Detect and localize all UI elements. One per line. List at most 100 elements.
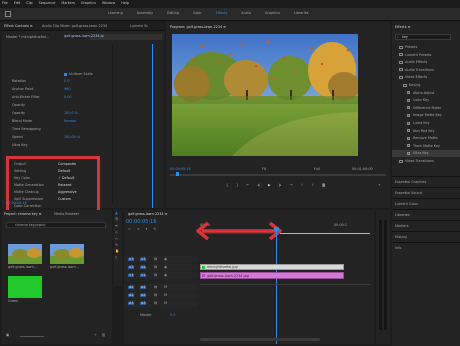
effects-tree-item[interactable]: Ultra Key: [392, 150, 460, 158]
panel-section-info[interactable]: Info: [392, 242, 460, 252]
effects-title[interactable]: Effects ≡: [395, 25, 410, 29]
panel-section-history[interactable]: History: [392, 231, 460, 241]
go-to-in-icon[interactable]: ⇤: [246, 183, 249, 187]
tab-audio-clip-mixer[interactable]: Audio Clip Mixer: golf-grass-lawn-2234: [42, 24, 107, 28]
eye-icon[interactable]: ◉: [164, 257, 167, 261]
effects-tree-item[interactable]: Remove Matte: [392, 135, 460, 142]
panel-section-markers[interactable]: Markers: [392, 220, 460, 230]
key-setting-row[interactable]: Setting Default: [10, 169, 98, 175]
effects-tree-item[interactable]: Non Red Key: [392, 128, 460, 135]
step-forward-icon[interactable]: |▸: [279, 183, 282, 187]
workspace-tab-graphics[interactable]: Graphics: [265, 11, 280, 15]
effect-row-value[interactable]: 960: [64, 87, 70, 91]
timeline-settings-icon[interactable]: ✎: [153, 227, 156, 231]
track-select-icon[interactable]: ⇶: [115, 217, 121, 221]
effects-tree-item[interactable]: Presets: [392, 44, 460, 51]
effect-row-value[interactable]: Normal: [64, 119, 76, 123]
tab-lumetri-scopes[interactable]: Lumetri Sc: [130, 24, 148, 28]
uniform-scale-checkbox[interactable]: [64, 73, 67, 76]
effects-tree-item[interactable]: Video Transitions: [392, 158, 460, 165]
key-setting-value[interactable]: Relaxed: [58, 183, 71, 187]
selection-tool-icon[interactable]: ▲: [115, 211, 121, 215]
mute-icon[interactable]: M: [164, 285, 167, 289]
menu-item-sequence[interactable]: Sequence: [39, 1, 56, 5]
add-marker-icon[interactable]: ▾: [146, 227, 148, 231]
mute-icon[interactable]: M: [164, 301, 167, 305]
eye-icon[interactable]: ◉: [164, 265, 167, 269]
tab-media-browser[interactable]: Media Browser: [54, 212, 79, 216]
track-header[interactable]: A3 A3 ▤ M: [124, 300, 198, 307]
workspace-tab-libraries[interactable]: Libraries: [294, 11, 309, 15]
menu-item-graphics[interactable]: Graphics: [81, 1, 96, 5]
key-setting-value[interactable]: Composite: [58, 162, 76, 166]
project-thumb-green[interactable]: [8, 276, 42, 298]
fit-dropdown[interactable]: Fit: [262, 167, 266, 171]
effects-tree-item[interactable]: Difference Matte: [392, 105, 460, 112]
slip-tool-icon[interactable]: ⇿: [115, 237, 121, 241]
effects-tree-item[interactable]: Luma Key: [392, 120, 460, 127]
key-setting-value[interactable]: Custom: [58, 197, 71, 201]
new-item-icon[interactable]: +: [94, 333, 97, 337]
panel-section-lumetri-color[interactable]: Lumetri Color: [392, 198, 460, 208]
go-to-out-icon[interactable]: ⇥: [290, 183, 293, 187]
clip-lower-track[interactable]: golf-grass-lawn-2234.jpg: [200, 272, 344, 279]
snap-icon[interactable]: ⊃: [128, 227, 131, 231]
timeline-scrollbar[interactable]: [200, 338, 320, 341]
master-track[interactable]: Master 0.0: [124, 312, 198, 319]
tab-project[interactable]: Project: chroma key ≡: [4, 212, 42, 216]
extract-icon[interactable]: ⇪: [311, 183, 314, 187]
lock-icon[interactable]: ▤: [154, 293, 157, 297]
effect-row-value[interactable]: 100.0 %: [64, 111, 78, 115]
effects-tree-item[interactable]: Alpha Adjust: [392, 90, 460, 97]
effects-tree-item[interactable]: Audio Effects: [392, 59, 460, 66]
effects-tree-item[interactable]: Keying: [392, 82, 460, 89]
effect-row-value[interactable]: 0.00: [64, 95, 72, 99]
menu-item-window[interactable]: Window: [102, 1, 115, 5]
track-label[interactable]: V1: [140, 273, 147, 278]
menu-item-file[interactable]: File: [2, 1, 8, 5]
track-label[interactable]: V2: [140, 265, 147, 270]
project-search-input[interactable]: chroma key.prproj: [6, 222, 106, 228]
lift-icon[interactable]: ⇧: [300, 183, 303, 187]
program-playhead-marker[interactable]: [176, 172, 179, 176]
key-setting-value[interactable]: Aggressive: [58, 190, 77, 194]
play-icon[interactable]: ▶: [268, 183, 271, 187]
effects-tree-item[interactable]: Audio Transitions: [392, 67, 460, 74]
menu-item-clip[interactable]: Clip: [26, 1, 32, 5]
playhead-handle-icon[interactable]: [274, 227, 279, 231]
step-back-icon[interactable]: ◂|: [257, 183, 260, 187]
track-target-toggle[interactable]: V2: [128, 265, 135, 270]
track-header[interactable]: V2 V2 ▤ ◉: [124, 264, 198, 271]
workspace-tab-assembly[interactable]: Assembly: [137, 11, 153, 15]
mark-in-icon[interactable]: {: [226, 183, 228, 187]
track-target-toggle[interactable]: V3: [128, 257, 135, 262]
effect-row-value[interactable]: 100.00 %: [64, 135, 80, 139]
panel-section-libraries[interactable]: Libraries: [392, 209, 460, 219]
work-area-bar[interactable]: [280, 233, 370, 234]
project-thumb-2[interactable]: [50, 244, 84, 264]
lock-icon[interactable]: ▤: [154, 273, 157, 277]
workspace-tab-audio[interactable]: Audio: [241, 11, 251, 15]
project-thumb-1[interactable]: [8, 244, 42, 264]
lock-icon[interactable]: ▤: [154, 265, 157, 269]
mute-icon[interactable]: M: [164, 293, 167, 297]
effects-tree-item[interactable]: Lumetri Presets: [392, 52, 460, 59]
eye-icon[interactable]: ◉: [164, 273, 167, 277]
key-setting-value[interactable]: ✓ Default: [58, 176, 74, 180]
track-target-toggle[interactable]: A3: [128, 301, 135, 306]
workspace-tab-effects[interactable]: Effects: [216, 11, 228, 15]
linked-selection-icon[interactable]: ∞: [137, 227, 140, 231]
program-scrubber[interactable]: [170, 174, 386, 176]
track-target-toggle[interactable]: A2: [128, 293, 135, 298]
resolution-dropdown[interactable]: Full: [314, 167, 320, 171]
trash-icon[interactable]: ▥: [102, 333, 105, 337]
panel-section-essential-graphics[interactable]: Essential Graphics: [392, 176, 460, 186]
add-button-icon[interactable]: +: [378, 183, 381, 187]
program-title[interactable]: Program: golf-grass-lawn-2234 ≡: [170, 25, 226, 29]
pen-tool-icon[interactable]: ✎: [115, 243, 121, 247]
key-setting-row[interactable]: Matte Cleanup Aggressive: [10, 190, 98, 196]
panel-section-essential-sound[interactable]: Essential Sound: [392, 187, 460, 197]
effects-search-input[interactable]: ⌕ key: [395, 34, 451, 40]
track-target-toggle[interactable]: V1: [128, 273, 135, 278]
razor-tool-icon[interactable]: ◇: [115, 230, 121, 234]
